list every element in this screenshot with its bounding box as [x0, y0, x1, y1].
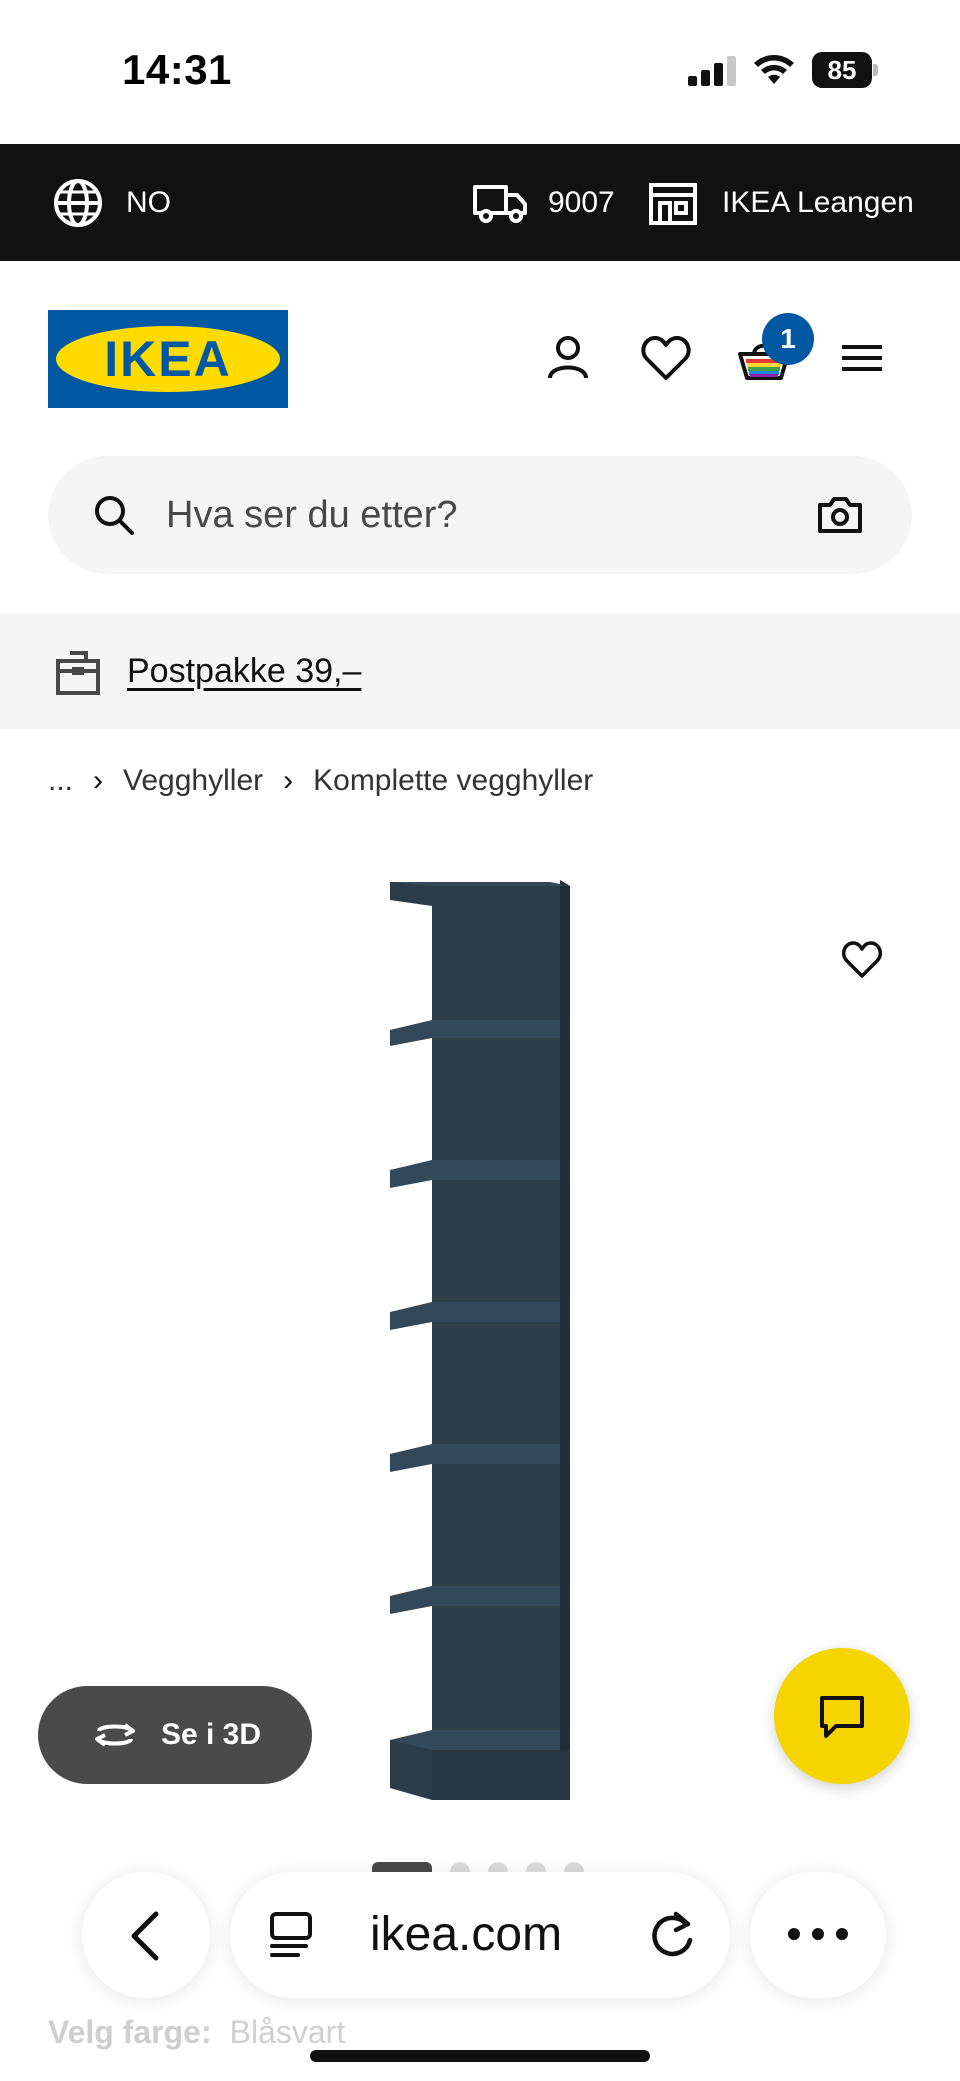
see-in-3d-button[interactable]: Se i 3D [38, 1686, 312, 1784]
camera-icon[interactable] [816, 491, 864, 539]
store-selector[interactable]: IKEA Leangen [648, 144, 914, 261]
status-bar: 14:31 85 [0, 0, 960, 144]
status-time: 14:31 [122, 46, 232, 93]
browser-url: ikea.com [370, 1908, 563, 1961]
search-bar[interactable]: Hva ser du etter? [48, 456, 912, 574]
home-indicator [310, 2050, 650, 2062]
chat-icon [820, 1696, 864, 1738]
breadcrumb-item[interactable]: Vegghyller [123, 764, 263, 798]
profile-icon[interactable] [538, 328, 598, 388]
wifi-icon [754, 55, 794, 84]
signal-icon [688, 56, 736, 86]
promo-link[interactable]: Postpakke 39,– [127, 613, 361, 729]
color-label: Velg farge: [48, 2014, 212, 2050]
globe-icon [54, 178, 102, 227]
breadcrumb: ... › Vegghyller › Komplette vegghyller [48, 758, 593, 804]
chat-button[interactable] [774, 1648, 910, 1784]
chevron-right-icon: › [283, 764, 294, 797]
postcode-label: 9007 [548, 185, 615, 219]
postcode-selector[interactable]: 9007 [472, 144, 615, 261]
browser-back-button[interactable] [82, 1872, 210, 1998]
see-in-3d-label: Se i 3D [160, 1718, 262, 1751]
cart-count-badge: 1 [762, 313, 814, 365]
store-icon [649, 182, 697, 225]
color-selector[interactable]: Velg farge: Blåsvart [48, 2014, 345, 2051]
language-label: NO [126, 185, 171, 219]
add-to-favorites-heart-icon[interactable] [838, 935, 886, 983]
battery-icon: 85 [812, 52, 878, 88]
back-icon [131, 1911, 159, 1961]
ikea-logo[interactable]: IKEA [48, 310, 288, 408]
more-icon [788, 1928, 848, 1940]
browser-address-bar[interactable]: ikea.com [230, 1872, 730, 1998]
reload-icon[interactable] [646, 1908, 698, 1962]
truck-icon [473, 184, 527, 223]
menu-icon[interactable] [832, 328, 892, 388]
top-utility-bar: NO 9007 IKEA Leangen [0, 144, 960, 261]
logo-text: IKEA [104, 331, 232, 387]
breadcrumb-item[interactable]: ... [48, 764, 73, 798]
heart-icon[interactable] [636, 328, 696, 388]
product-image[interactable] [380, 870, 580, 1810]
battery-percent: 85 [827, 55, 857, 85]
parcel-icon [56, 651, 100, 695]
search-placeholder: Hva ser du etter? [166, 494, 458, 536]
rotate-3d-icon [94, 1723, 135, 1747]
browser-more-button[interactable] [750, 1872, 886, 1998]
chevron-right-icon: › [93, 764, 104, 797]
store-label: IKEA Leangen [722, 185, 914, 219]
shipping-promo-banner[interactable]: Postpakke 39,– [0, 613, 960, 729]
color-value: Blåsvart [229, 2014, 346, 2050]
reader-icon[interactable] [266, 1910, 316, 1960]
breadcrumb-item[interactable]: Komplette vegghyller [313, 764, 593, 798]
search-icon [95, 496, 134, 535]
language-selector[interactable]: NO [52, 144, 171, 261]
